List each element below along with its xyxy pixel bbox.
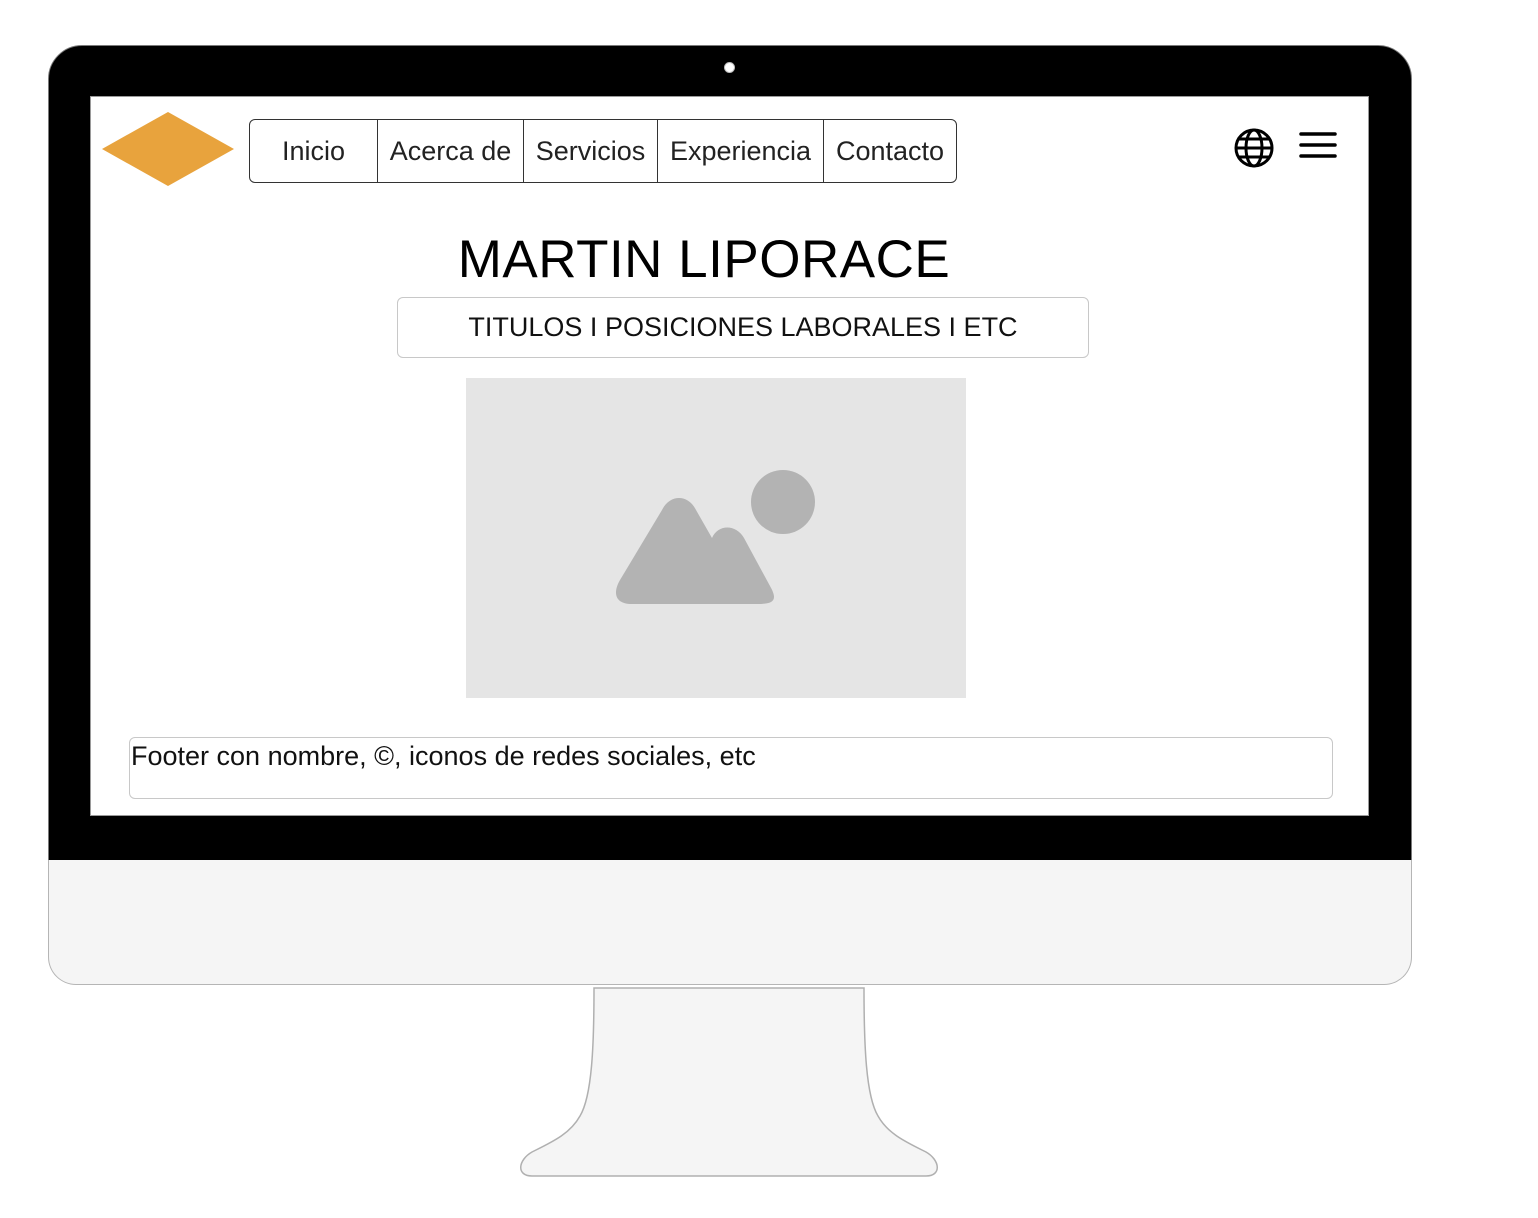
nav-item-contacto[interactable]: Contacto [824, 120, 956, 182]
image-placeholder [466, 378, 966, 698]
website-screen: Inicio Acerca de Servicios Experiencia C… [90, 96, 1369, 816]
page-title: MARTIN LIPORACE [457, 230, 951, 289]
nav-item-inicio[interactable]: Inicio [250, 120, 378, 182]
diamond-logo[interactable] [100, 111, 236, 187]
nav-item-servicios[interactable]: Servicios [524, 120, 658, 182]
globe-icon[interactable] [1233, 127, 1275, 169]
footer: Footer con nombre, ©, iconos de redes so… [129, 737, 1333, 799]
nav-item-acerca-de[interactable]: Acerca de [378, 120, 524, 182]
nav-item-experiencia[interactable]: Experiencia [658, 120, 824, 182]
monitor-chin [48, 860, 1412, 985]
main-nav: Inicio Acerca de Servicios Experiencia C… [249, 119, 957, 183]
monitor-stand [520, 987, 938, 1177]
image-icon [616, 470, 815, 604]
camera-dot [724, 62, 735, 73]
hamburger-menu-icon[interactable] [1299, 131, 1337, 159]
subtitle-box: TITULOS I POSICIONES LABORALES I ETC [397, 297, 1089, 358]
monitor-mockup: Inicio Acerca de Servicios Experiencia C… [0, 0, 1538, 1218]
